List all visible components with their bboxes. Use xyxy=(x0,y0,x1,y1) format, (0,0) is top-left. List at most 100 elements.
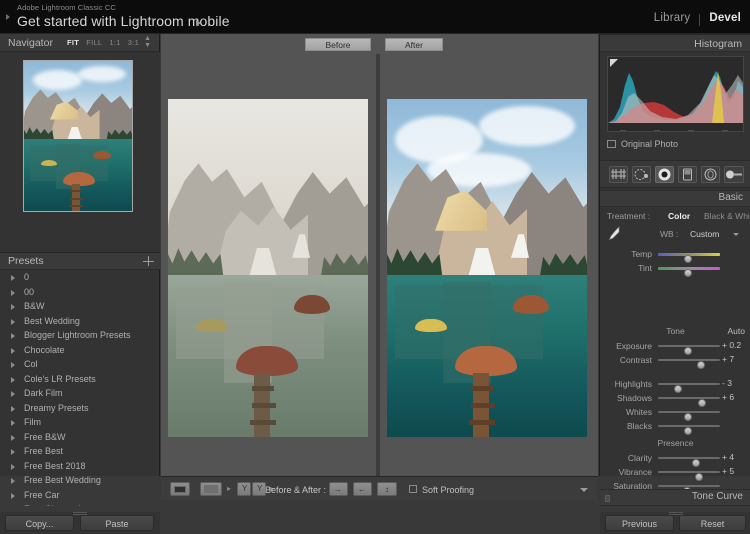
disclosure-triangle-icon[interactable] xyxy=(11,492,15,499)
preset-group-item[interactable]: Free Best 2018 xyxy=(0,459,160,474)
disclosure-triangle-icon[interactable] xyxy=(11,347,15,354)
after-image-pane[interactable] xyxy=(380,54,598,476)
slider-track[interactable] xyxy=(658,383,720,393)
previous-button[interactable]: Previous xyxy=(605,515,674,531)
flag-icon[interactable]: Y xyxy=(237,482,251,496)
copy-after-settings-icon[interactable]: ← xyxy=(353,482,372,496)
slider-exposure[interactable]: Exposure + 0.2 xyxy=(600,339,750,355)
compare-grid-icon[interactable] xyxy=(200,482,222,496)
slider-temp[interactable]: Temp xyxy=(600,247,750,263)
module-library[interactable]: Library xyxy=(645,12,700,24)
disclosure-triangle-icon[interactable] xyxy=(11,449,15,455)
slider-track[interactable] xyxy=(658,345,720,355)
slider-value[interactable]: + 5 xyxy=(722,466,750,476)
preset-group-item[interactable]: 00 xyxy=(0,285,160,300)
preset-group-item[interactable]: Dreamy Presets xyxy=(0,401,160,416)
zoom-1to1[interactable]: 1:1 xyxy=(109,34,120,52)
disclosure-triangle-icon[interactable] xyxy=(11,376,15,383)
slider-whites[interactable]: Whites xyxy=(600,405,750,421)
disclosure-triangle-icon[interactable] xyxy=(11,391,15,397)
disclosure-triangle-icon[interactable] xyxy=(11,333,15,339)
preset-group-item[interactable]: Chocolate xyxy=(0,343,160,358)
preset-group-item[interactable]: Cole's LR Presets xyxy=(0,372,160,387)
red-eye-correction-tool[interactable] xyxy=(655,166,674,183)
disclosure-triangle-icon[interactable] xyxy=(11,304,15,310)
updown-stepper-icon[interactable]: ▲ ▼ xyxy=(144,35,151,49)
view-mode-caret-icon[interactable]: ▸ xyxy=(227,484,231,493)
graduated-filter-tool[interactable] xyxy=(678,166,697,183)
disclosure-triangle-icon[interactable] xyxy=(11,463,15,470)
wb-value[interactable]: Custom xyxy=(690,229,719,239)
histogram-graph[interactable] xyxy=(607,56,744,132)
slider-contrast[interactable]: Contrast + 7 xyxy=(600,353,750,369)
disclosure-triangle-icon[interactable] xyxy=(11,289,15,296)
module-develop[interactable]: Devel xyxy=(700,12,750,24)
slider-value[interactable]: + 7 xyxy=(722,354,750,364)
disclosure-triangle-icon[interactable] xyxy=(11,405,15,412)
before-image-pane[interactable] xyxy=(161,54,376,476)
reset-button[interactable]: Reset xyxy=(679,515,746,531)
slider-knob[interactable] xyxy=(684,268,692,277)
soft-proofing-checkbox[interactable] xyxy=(409,485,417,493)
preset-group-item[interactable]: Free Best Wedding xyxy=(0,473,160,488)
slider-track[interactable] xyxy=(658,457,720,467)
disclosure-triangle-icon[interactable] xyxy=(11,275,15,281)
treatment-color-option[interactable]: Color xyxy=(668,211,690,221)
disclosure-triangle-icon[interactable] xyxy=(11,478,15,484)
disclosure-triangle-icon[interactable] xyxy=(11,420,15,426)
loupe-view-icon[interactable] xyxy=(170,482,190,496)
presets-list[interactable]: 0 00 B&W Best Wedding Blogger Lightroom Pres… xyxy=(0,270,160,506)
navigator-preview[interactable] xyxy=(0,52,160,252)
white-balance-eyedropper-icon[interactable] xyxy=(606,224,622,242)
chevron-down-icon[interactable] xyxy=(580,488,588,492)
chevron-down-icon[interactable] xyxy=(733,233,739,236)
preset-group-item[interactable]: Film xyxy=(0,415,160,430)
radial-filter-tool[interactable] xyxy=(701,166,720,183)
preset-group-item[interactable]: Best Wedding xyxy=(0,314,160,329)
slider-tint[interactable]: Tint xyxy=(600,261,750,277)
slider-track[interactable] xyxy=(658,425,720,435)
slider-blacks[interactable]: Blacks xyxy=(600,419,750,435)
auto-tone-button[interactable]: Auto xyxy=(728,326,746,336)
plus-icon[interactable] xyxy=(143,256,154,266)
promo-arrow-icon[interactable] xyxy=(196,20,201,26)
swap-settings-icon[interactable]: ↕ xyxy=(377,482,397,496)
slider-value[interactable]: + 4 xyxy=(722,452,750,462)
slider-track[interactable] xyxy=(658,266,720,277)
slider-highlights[interactable]: Highlights - 3 xyxy=(600,377,750,393)
preset-group-item[interactable]: B&W xyxy=(0,299,160,314)
navigator-thumbnail[interactable] xyxy=(23,60,133,212)
preset-group-item[interactable]: 0 xyxy=(0,270,160,285)
adjustment-brush-tool[interactable] xyxy=(724,166,744,183)
copy-button[interactable]: Copy... xyxy=(5,515,74,531)
flag-icon[interactable]: Y xyxy=(252,482,266,496)
before-photo[interactable] xyxy=(168,99,368,437)
preset-group-item[interactable]: Dark Film xyxy=(0,386,160,401)
preset-group-item[interactable]: Blogger Lightroom Presets xyxy=(0,328,160,343)
disclosure-triangle-icon[interactable] xyxy=(11,318,15,325)
preset-group-item[interactable]: Col xyxy=(0,357,160,372)
paste-button[interactable]: Paste xyxy=(80,515,154,531)
slider-track[interactable] xyxy=(658,397,720,407)
slider-value[interactable]: + 0.2 xyxy=(722,340,750,350)
slider-clarity[interactable]: Clarity + 4 xyxy=(600,451,750,467)
tone-curve-header[interactable]: Tone Curve xyxy=(600,489,750,506)
soft-proofing-label[interactable]: Soft Proofing xyxy=(422,485,474,495)
slider-track[interactable] xyxy=(658,485,720,495)
slider-track[interactable] xyxy=(658,471,720,481)
identity-plate-arrow-icon[interactable] xyxy=(6,14,10,20)
zoom-fill[interactable]: FILL xyxy=(86,34,102,52)
slider-vibrance[interactable]: Vibrance + 5 xyxy=(600,465,750,481)
slider-track[interactable] xyxy=(658,411,720,421)
slider-shadows[interactable]: Shadows + 6 xyxy=(600,391,750,407)
slider-value[interactable]: - 3 xyxy=(722,378,750,388)
after-photo[interactable] xyxy=(387,99,587,437)
crop-overlay-tool[interactable] xyxy=(609,166,628,183)
zoom-fit[interactable]: FIT xyxy=(67,34,79,52)
slider-track[interactable] xyxy=(658,359,720,369)
disclosure-triangle-icon[interactable] xyxy=(11,362,15,368)
original-photo-row[interactable]: Original Photo xyxy=(607,138,744,152)
tone-curve-toggle-icon[interactable] xyxy=(605,495,610,502)
zoom-3to1[interactable]: 3:1 xyxy=(128,34,139,52)
slider-track[interactable] xyxy=(658,252,720,263)
